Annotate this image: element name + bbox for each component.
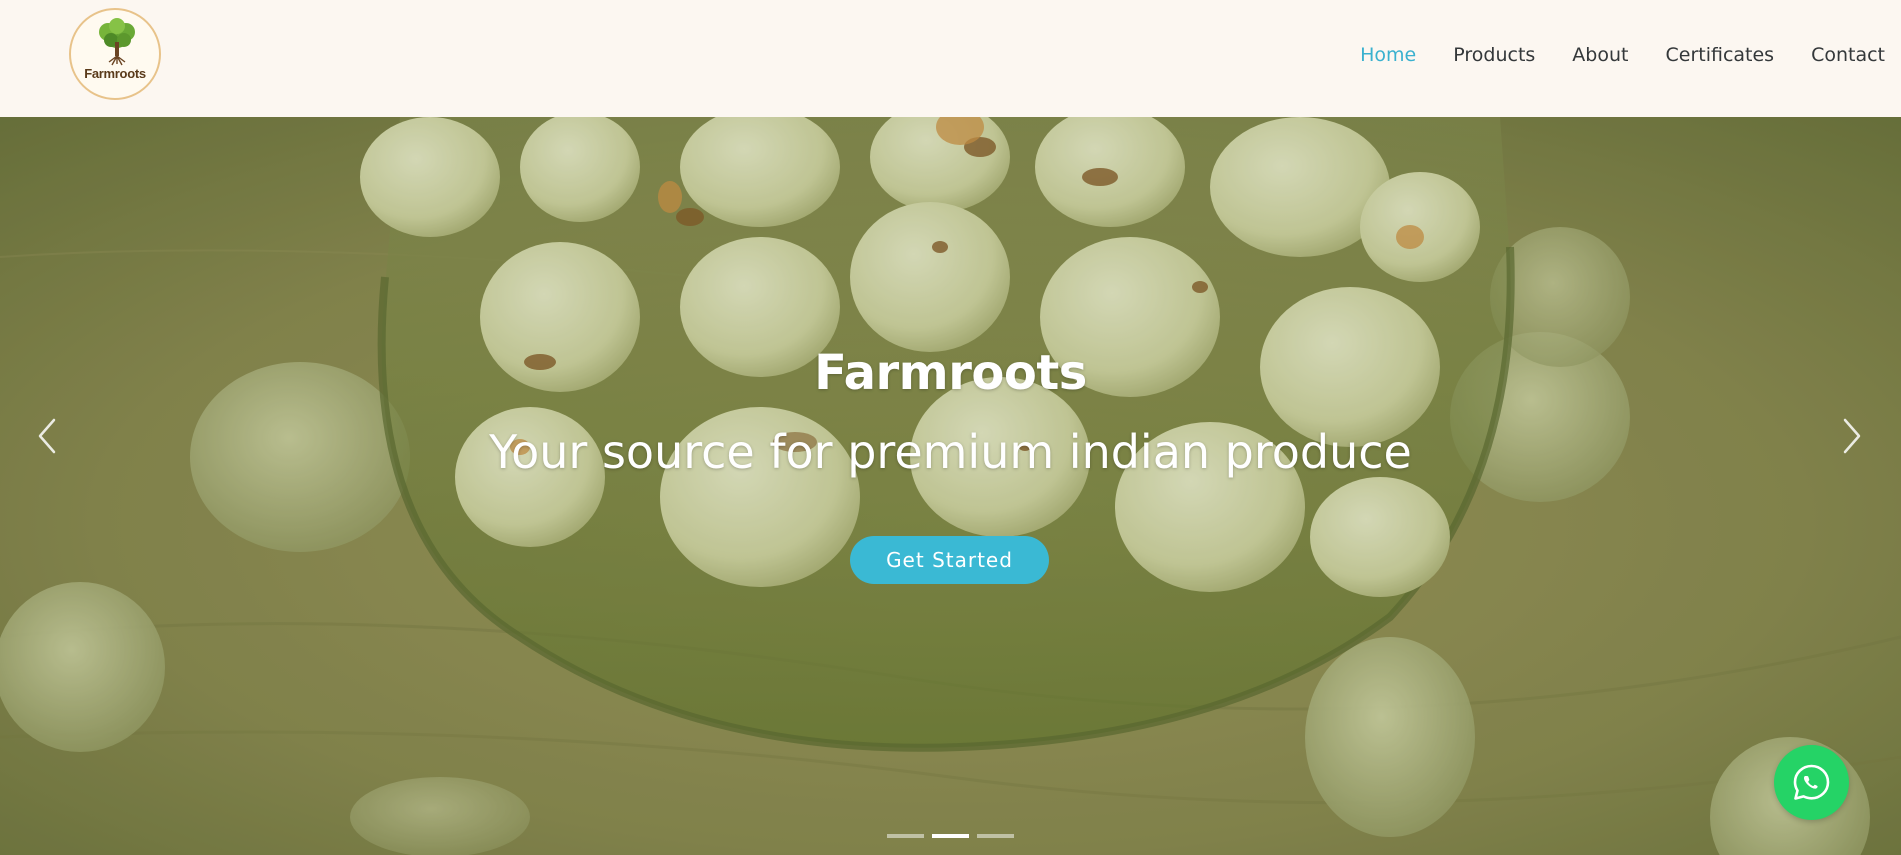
carousel-next-button[interactable] <box>1831 406 1871 466</box>
hero-caption: Farmroots Your source for premium indian… <box>0 117 1901 855</box>
hero-subtitle: Your source for premium indian produce <box>489 425 1412 479</box>
hero-carousel: Farmroots Your source for premium indian… <box>0 117 1901 855</box>
chevron-right-icon <box>1843 418 1861 454</box>
carousel-indicator-3[interactable] <box>977 834 1014 838</box>
chevron-left-icon <box>38 418 56 454</box>
page: Farmroots Home Products About Certificat… <box>0 0 1901 855</box>
carousel-indicators <box>0 834 1901 838</box>
whatsapp-icon <box>1793 764 1830 800</box>
nav-item-certificates[interactable]: Certificates <box>1665 44 1774 66</box>
nav-item-products[interactable]: Products <box>1453 44 1535 66</box>
nav-item-contact[interactable]: Contact <box>1811 44 1885 66</box>
nav-item-about[interactable]: About <box>1572 44 1628 66</box>
site-header: Farmroots Home Products About Certificat… <box>0 0 1901 117</box>
carousel-prev-button[interactable] <box>28 406 68 466</box>
tree-icon <box>99 18 135 66</box>
get-started-button[interactable]: Get Started <box>850 536 1049 584</box>
nav-item-home[interactable]: Home <box>1360 44 1416 66</box>
hero-title: Farmroots <box>814 345 1087 401</box>
carousel-indicator-2[interactable] <box>932 834 969 838</box>
logo-text: Farmroots <box>84 66 146 81</box>
carousel-indicator-1[interactable] <box>887 834 924 838</box>
whatsapp-button[interactable] <box>1774 745 1849 820</box>
logo[interactable]: Farmroots <box>69 8 161 100</box>
main-nav: Home Products About Certificates Contact <box>1323 0 1885 110</box>
